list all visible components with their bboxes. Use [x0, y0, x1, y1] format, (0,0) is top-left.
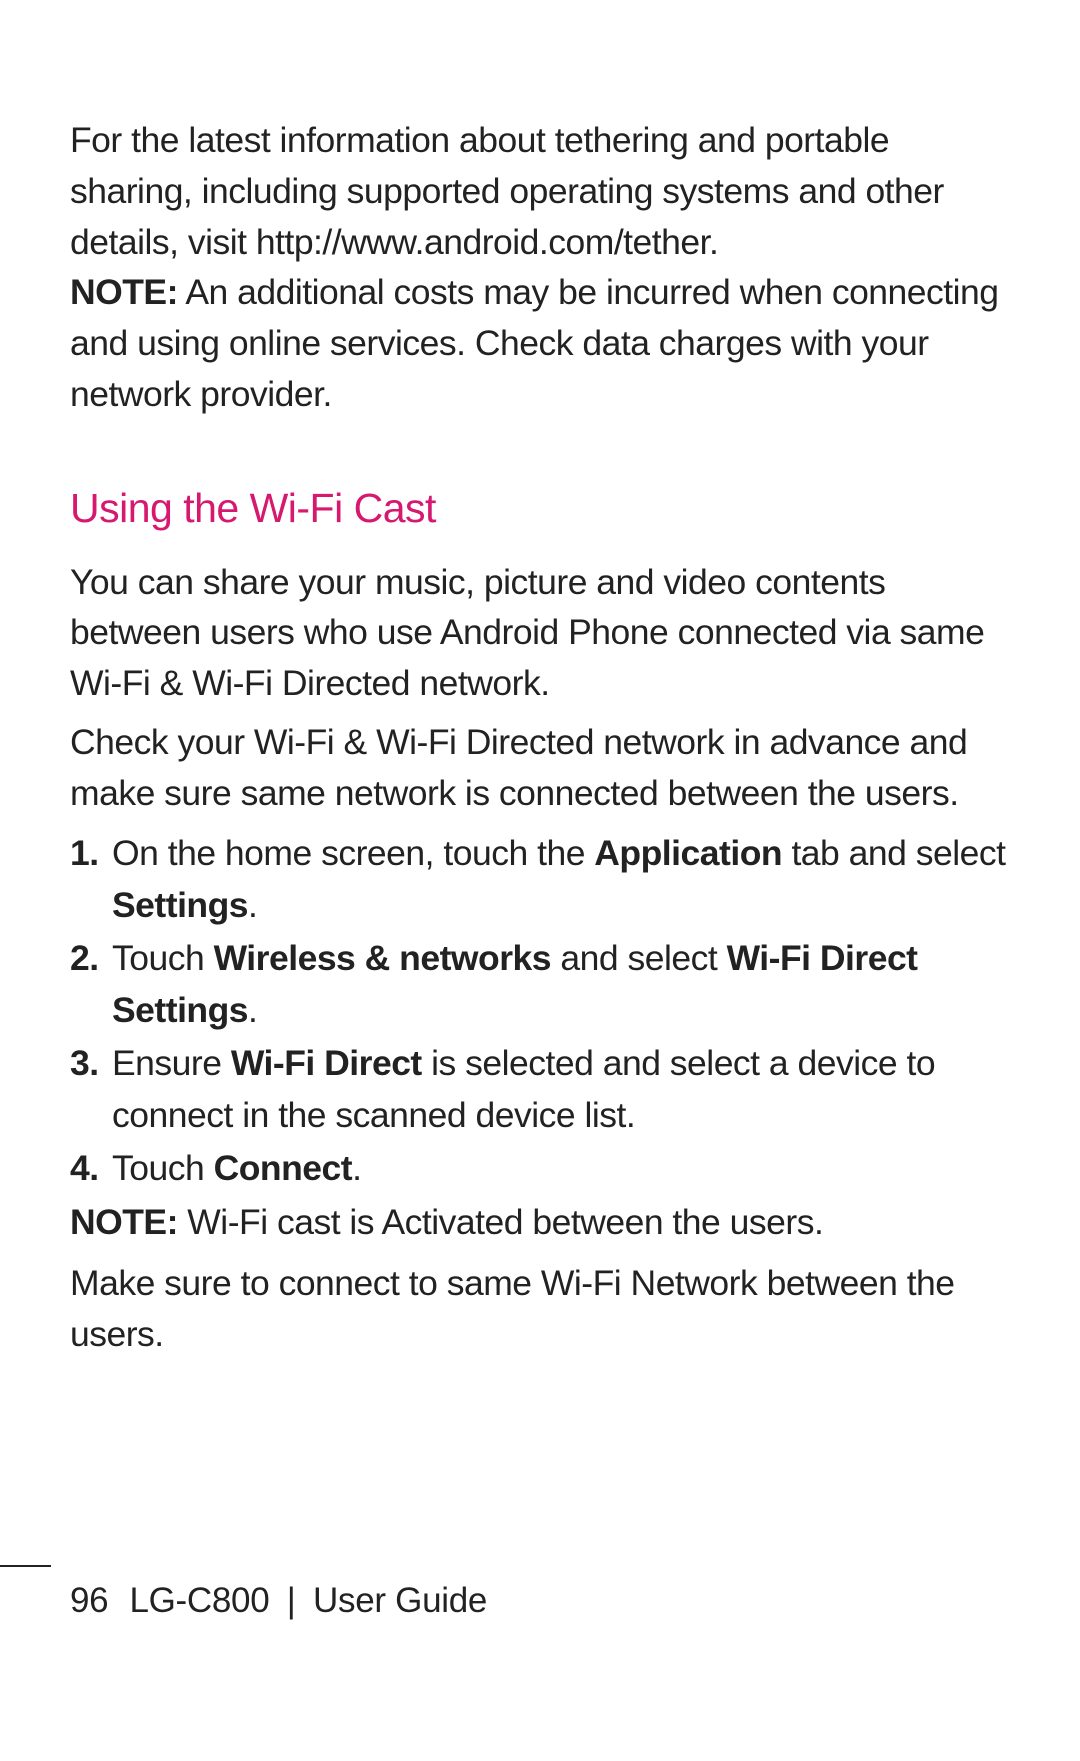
step-item: 4. Touch Connect. [70, 1143, 1010, 1194]
section-note: NOTE: Wi-Fi cast is Activated between th… [70, 1197, 1010, 1248]
step-number: 2. [70, 933, 99, 984]
step-number: 1. [70, 828, 99, 879]
final-paragraph: Make sure to connect to same Wi-Fi Netwo… [70, 1258, 1010, 1360]
step-text: Ensure Wi-Fi Direct is selected and sele… [112, 1043, 935, 1134]
step-number: 3. [70, 1038, 99, 1089]
section-para-2: Check your Wi-Fi & Wi-Fi Directed networ… [70, 717, 1010, 819]
steps-list: 1. On the home screen, touch the Applica… [70, 828, 1010, 1194]
section-heading-wifi-cast: Using the Wi-Fi Cast [70, 485, 1010, 532]
footer-divider: | [287, 1581, 296, 1620]
page-content: For the latest information about tetheri… [0, 0, 1080, 1360]
step-item: 3. Ensure Wi-Fi Direct is selected and s… [70, 1038, 1010, 1141]
step-text: On the home screen, touch the Applicatio… [112, 833, 1005, 924]
step-item: 2. Touch Wireless & networks and select … [70, 933, 1010, 1036]
note-text-content: Wi-Fi cast is Activated between the user… [178, 1202, 823, 1242]
intro-note: NOTE: An additional costs may be incurre… [70, 267, 1010, 419]
section-para-1: You can share your music, picture and vi… [70, 557, 1010, 709]
footer-rule [0, 1565, 51, 1567]
footer-doc-title: User Guide [313, 1581, 487, 1620]
footer-model: LG-C800 [129, 1581, 269, 1620]
intro-paragraph: For the latest information about tetheri… [70, 115, 1010, 267]
step-item: 1. On the home screen, touch the Applica… [70, 828, 1010, 931]
note-label: NOTE: [70, 1202, 178, 1242]
page-footer: 96 LG-C800 | User Guide [0, 1565, 1080, 1621]
page-number: 96 [70, 1581, 120, 1621]
note-label: NOTE: [70, 272, 178, 312]
step-text: Touch Connect. [112, 1148, 361, 1188]
step-number: 4. [70, 1143, 99, 1194]
note-text: An additional costs may be incurred when… [70, 272, 999, 414]
footer-text: 96 LG-C800 | User Guide [0, 1581, 1080, 1621]
step-text: Touch Wireless & networks and select Wi-… [112, 938, 918, 1029]
